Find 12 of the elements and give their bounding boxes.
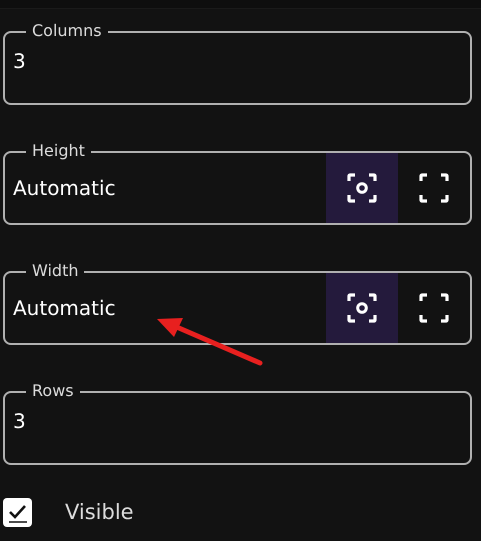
focus-icon xyxy=(346,292,378,324)
fullscreen-icon xyxy=(418,172,450,204)
fullscreen-icon xyxy=(418,292,450,324)
mode-button[interactable] xyxy=(326,273,398,343)
field-value: Automatic xyxy=(12,295,117,322)
mode-button[interactable] xyxy=(326,153,398,223)
checkbox[interactable] xyxy=(3,498,32,528)
field-value: Automatic xyxy=(12,175,117,202)
focus-icon xyxy=(346,172,378,204)
field-value: 3 xyxy=(12,48,27,75)
checkbox-label: Visible xyxy=(65,499,134,526)
field-value: 3 xyxy=(12,408,27,435)
